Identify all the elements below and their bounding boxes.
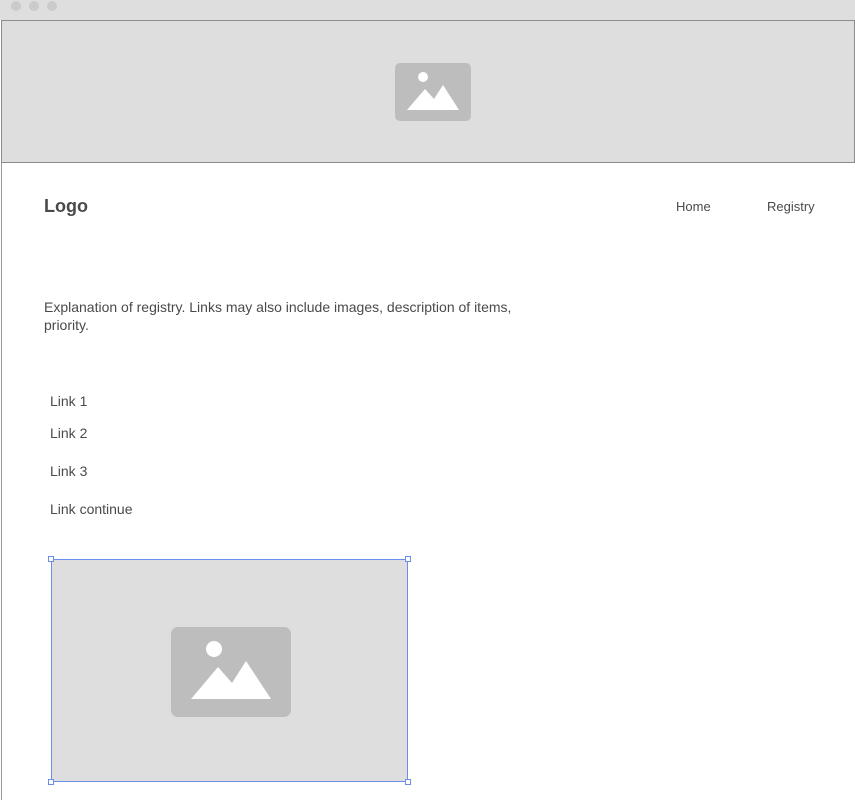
- registry-link-2[interactable]: Link 2: [50, 425, 87, 441]
- window-minimize-button[interactable]: [29, 1, 39, 11]
- registry-link-continue[interactable]: Link continue: [50, 501, 133, 517]
- resize-handle-top-left[interactable]: [48, 556, 54, 562]
- nav-home-link[interactable]: Home: [676, 199, 711, 214]
- window-close-button[interactable]: [11, 1, 21, 11]
- image-placeholder-icon: [171, 627, 291, 717]
- image-placeholder-icon: [395, 63, 471, 121]
- registry-image-placeholder[interactable]: [48, 556, 411, 785]
- nav-registry-link[interactable]: Registry: [767, 199, 815, 214]
- registry-link-1[interactable]: Link 1: [50, 393, 87, 409]
- resize-handle-bottom-right[interactable]: [405, 779, 411, 785]
- hero-image-placeholder: [1, 20, 855, 163]
- window-maximize-button[interactable]: [47, 1, 57, 11]
- logo[interactable]: Logo: [44, 196, 88, 217]
- resize-handle-bottom-left[interactable]: [48, 779, 54, 785]
- registry-explanation: Explanation of registry. Links may also …: [44, 299, 512, 333]
- resize-handle-top-right[interactable]: [405, 556, 411, 562]
- registry-link-3[interactable]: Link 3: [50, 463, 87, 479]
- window-titlebar: [0, 0, 855, 20]
